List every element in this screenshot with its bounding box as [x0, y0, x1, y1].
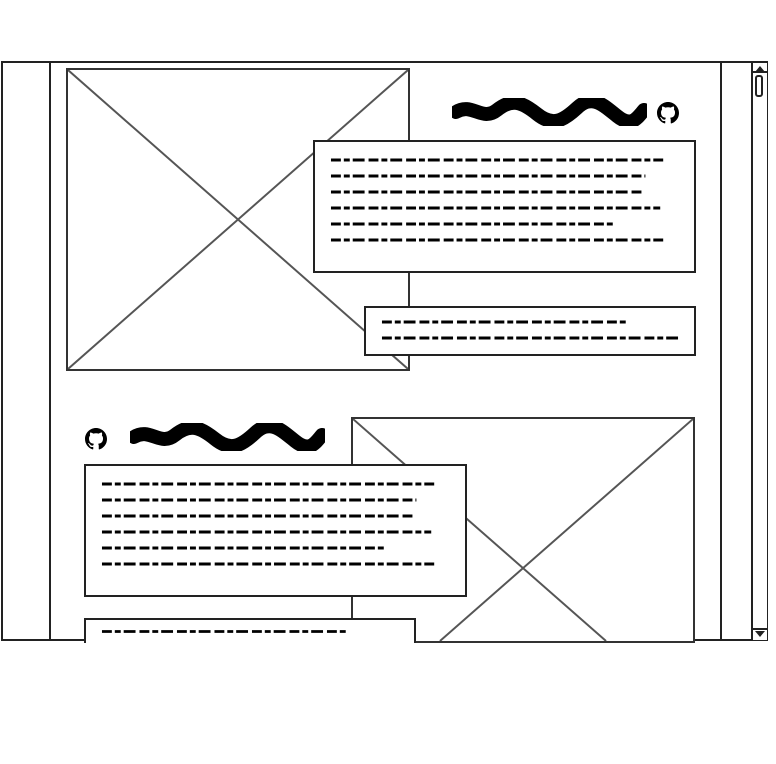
section-2-paragraph-box — [84, 464, 467, 597]
below-viewport-area — [0, 643, 776, 764]
section-1-paragraph-box — [313, 140, 696, 273]
section-2-heading-scribble — [130, 423, 325, 451]
section-1-caption-box — [364, 306, 696, 356]
right-margin-rule — [720, 61, 722, 641]
section-1-caption-scribble — [381, 320, 680, 340]
scroll-thumb[interactable] — [755, 75, 763, 97]
github-icon[interactable] — [657, 102, 679, 124]
github-icon[interactable] — [85, 428, 107, 450]
scroll-track-bottom — [753, 628, 767, 630]
section-2-paragraph-scribble — [101, 482, 435, 566]
section-1-heading-scribble — [452, 98, 647, 126]
scroll-track-top — [753, 71, 767, 73]
section-1-paragraph-scribble — [330, 158, 664, 242]
vertical-scrollbar[interactable] — [751, 63, 767, 640]
scroll-down-arrow-icon[interactable] — [755, 631, 765, 637]
left-margin-rule — [49, 61, 51, 641]
